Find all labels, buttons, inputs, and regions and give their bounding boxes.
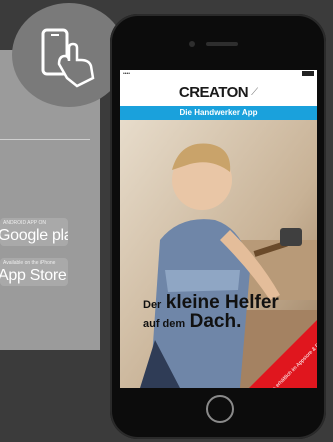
phone-screen: •••• CREATON ⟋ Die Handwerker App Der kl… (120, 70, 317, 388)
hand-tap-phone-icon (41, 28, 95, 88)
signal-icon: •••• (123, 71, 131, 77)
app-header: CREATON ⟋ (120, 78, 317, 106)
headline-small-2: auf dem (143, 318, 186, 330)
app-store-small-text: Available on the iPhone (3, 260, 56, 266)
camera (189, 41, 195, 47)
battery-icon (302, 71, 314, 76)
brand-logo: CREATON (178, 83, 249, 101)
headline-small-1: Der (143, 299, 162, 311)
logo-mark-icon: ⟋ (251, 86, 259, 98)
headline-big-1: kleine Helfer (165, 292, 279, 313)
divider-line (0, 139, 90, 140)
google-play-small-text: ANDROID APP ON (3, 220, 46, 226)
google-play-badge[interactable]: ANDROID APP ON Google play (0, 218, 68, 246)
free-download-ribbon[interactable]: Kostenlos erhältlich im Appstore & Plays… (249, 318, 317, 388)
app-store-label: App Store (0, 267, 67, 284)
home-button[interactable] (206, 395, 234, 423)
tap-phone-circle (12, 3, 126, 107)
status-bar: •••• (120, 70, 317, 78)
phone-mockup: •••• CREATON ⟋ Die Handwerker App Der kl… (110, 14, 326, 439)
app-store-badge[interactable]: Available on the iPhone App Store (0, 258, 68, 286)
ribbon-shape: Kostenlos erhältlich im Appstore & Plays… (249, 320, 317, 388)
headline-big-2: Dach. (189, 311, 242, 332)
app-subtitle: Die Handwerker App (120, 106, 317, 120)
google-play-label: Google play (0, 227, 68, 244)
speaker (206, 42, 238, 46)
